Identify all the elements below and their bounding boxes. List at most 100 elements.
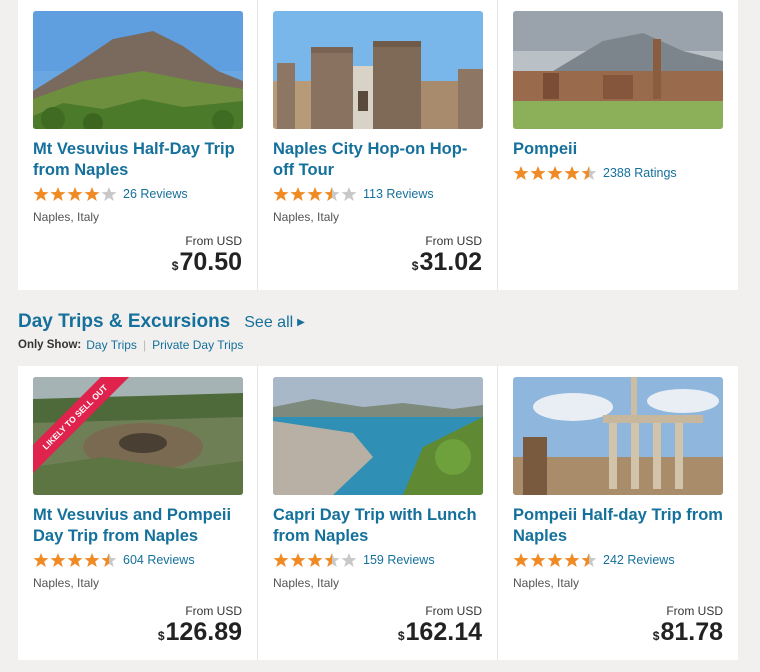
product-card[interactable]: Mt Vesuvius Half-Day Trip from Naples 26… — [18, 0, 258, 290]
price-box: From USD $70.50 — [172, 234, 242, 276]
filter-private-day-trips[interactable]: Private Day Trips — [152, 338, 243, 352]
reviews-link[interactable]: 26 Reviews — [123, 187, 188, 201]
star-full-icon — [84, 553, 100, 567]
filter-bar: Only Show: Day Trips | Private Day Trips — [18, 338, 243, 352]
star-full-icon — [530, 553, 546, 567]
price-label: From USD — [185, 234, 242, 248]
star-half-icon — [581, 166, 597, 180]
product-image[interactable] — [273, 11, 483, 129]
price: $70.50 — [172, 248, 242, 276]
location: Naples, Italy — [513, 576, 580, 590]
likely-to-sell-out-badge: LIKELY TO SELL OUT — [33, 377, 132, 474]
currency-symbol: $ — [411, 259, 419, 273]
product-card[interactable]: Pompeii Half-day Trip from Naples 242 Re… — [498, 366, 738, 660]
product-card[interactable]: LIKELY TO SELL OUT Mt Vesuvius and Pompe… — [18, 366, 258, 660]
see-all-link[interactable]: See all ▶ — [244, 314, 305, 332]
product-image[interactable] — [513, 377, 723, 495]
star-full-icon — [273, 553, 289, 567]
star-empty-icon — [101, 187, 117, 201]
price-box: From USD $162.14 — [398, 604, 482, 646]
star-rating — [513, 552, 597, 568]
star-full-icon — [67, 187, 83, 201]
star-full-icon — [50, 187, 66, 201]
price-value: 162.14 — [405, 618, 482, 646]
currency-symbol: $ — [157, 629, 165, 643]
filter-day-trips[interactable]: Day Trips — [86, 338, 137, 352]
price-value: 81.78 — [660, 618, 723, 646]
location: Naples, Italy — [33, 576, 100, 590]
star-full-icon — [50, 553, 66, 567]
location: Naples, Italy — [273, 576, 340, 590]
star-rating — [33, 186, 117, 202]
product-title[interactable]: Pompeii — [513, 139, 723, 160]
location: Naples, Italy — [273, 210, 340, 224]
product-title[interactable]: Pompeii Half-day Trip from Naples — [513, 505, 723, 547]
star-half-icon — [101, 553, 117, 567]
star-half-icon — [581, 553, 597, 567]
rating: 159 Reviews — [273, 551, 482, 569]
star-full-icon — [547, 166, 563, 180]
product-image[interactable] — [513, 11, 723, 129]
rating: 26 Reviews — [33, 185, 242, 203]
product-image[interactable] — [33, 11, 243, 129]
star-rating — [33, 552, 117, 568]
ratings-link[interactable]: 2388 Ratings — [603, 166, 677, 180]
star-full-icon — [530, 166, 546, 180]
rating: 113 Reviews — [273, 185, 482, 203]
top-products-row: Mt Vesuvius Half-Day Trip from Naples 26… — [18, 0, 738, 290]
star-full-icon — [564, 166, 580, 180]
currency-symbol: $ — [397, 629, 405, 643]
price-value: 70.50 — [179, 248, 242, 276]
product-title[interactable]: Capri Day Trip with Lunch from Naples — [273, 505, 482, 547]
product-card[interactable]: Capri Day Trip with Lunch from Naples 15… — [258, 366, 498, 660]
badge-ribbon: LIKELY TO SELL OUT — [33, 377, 133, 477]
star-rating — [513, 165, 597, 181]
star-full-icon — [290, 187, 306, 201]
product-title[interactable]: Naples City Hop-on Hop-off Tour — [273, 139, 482, 181]
price: $31.02 — [412, 248, 482, 276]
star-rating — [273, 552, 357, 568]
price-box: From USD $81.78 — [653, 604, 723, 646]
reviews-link[interactable]: 113 Reviews — [363, 187, 434, 201]
see-all-label: See all — [244, 314, 294, 331]
rating: 604 Reviews — [33, 551, 242, 569]
reviews-link[interactable]: 604 Reviews — [123, 553, 195, 567]
price-box: From USD $126.89 — [158, 604, 242, 646]
star-half-icon — [324, 187, 340, 201]
star-full-icon — [547, 553, 563, 567]
star-half-icon — [324, 553, 340, 567]
price: $162.14 — [398, 618, 482, 646]
star-full-icon — [513, 553, 529, 567]
product-title[interactable]: Mt Vesuvius and Pompeii Day Trip from Na… — [33, 505, 242, 547]
price-label: From USD — [425, 234, 482, 248]
reviews-link[interactable]: 159 Reviews — [363, 553, 435, 567]
price: $81.78 — [653, 618, 723, 646]
price-label: From USD — [425, 604, 482, 618]
product-card[interactable]: Naples City Hop-on Hop-off Tour 113 Revi… — [258, 0, 498, 290]
product-card[interactable]: Pompeii 2388 Ratings — [498, 0, 738, 290]
chevron-right-icon: ▶ — [297, 317, 305, 328]
product-image[interactable]: LIKELY TO SELL OUT — [33, 377, 243, 495]
price-value: 126.89 — [165, 618, 242, 646]
location: Naples, Italy — [33, 210, 100, 224]
product-title[interactable]: Mt Vesuvius Half-Day Trip from Naples — [33, 139, 242, 181]
price-box: From USD $31.02 — [412, 234, 482, 276]
star-full-icon — [33, 553, 49, 567]
filter-divider: | — [142, 338, 147, 352]
rating: 242 Reviews — [513, 551, 723, 569]
star-full-icon — [67, 553, 83, 567]
star-full-icon — [307, 187, 323, 201]
star-full-icon — [513, 166, 529, 180]
price: $126.89 — [158, 618, 242, 646]
product-image[interactable] — [273, 377, 483, 495]
star-full-icon — [273, 187, 289, 201]
day-trips-row: LIKELY TO SELL OUT Mt Vesuvius and Pompe… — [18, 366, 738, 660]
section-title: Day Trips & Excursions — [18, 311, 231, 332]
star-full-icon — [564, 553, 580, 567]
rating: 2388 Ratings — [513, 164, 723, 182]
reviews-link[interactable]: 242 Reviews — [603, 553, 675, 567]
star-full-icon — [84, 187, 100, 201]
star-full-icon — [290, 553, 306, 567]
star-empty-icon — [341, 187, 357, 201]
price-value: 31.02 — [419, 248, 482, 276]
